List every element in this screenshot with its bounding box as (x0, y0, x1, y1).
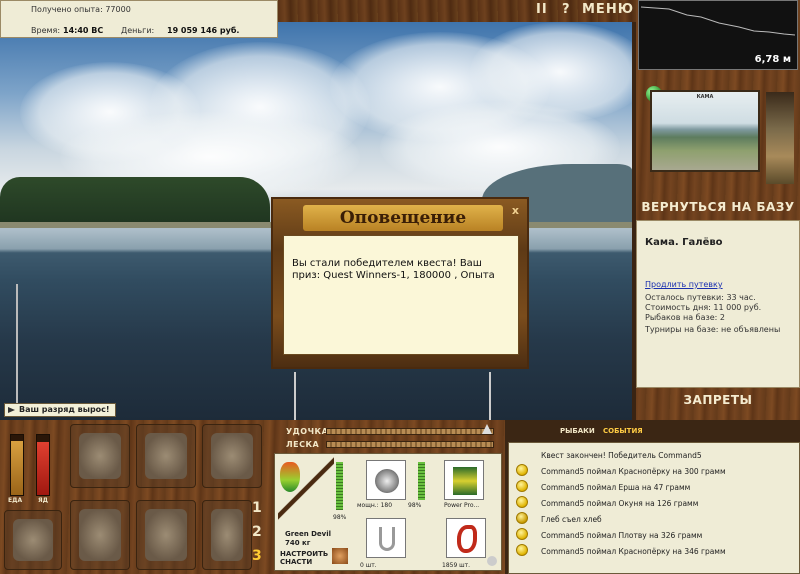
smiley-icon (516, 480, 528, 492)
location-photo-caption: КАМА (696, 94, 714, 100)
line-tension-bar (326, 441, 494, 448)
help-button[interactable]: ? (562, 2, 571, 17)
poison-gauge (36, 434, 50, 496)
location-photo[interactable]: КАМА (650, 90, 760, 172)
time-label: Время: (31, 26, 61, 35)
depth-meter: 6,78 м (638, 0, 798, 70)
rod-slot-1[interactable]: 1 (252, 500, 262, 516)
hook-count: 0 шт. (360, 562, 377, 569)
player-info-panel: Получено опыта: 77000 Время: 14:40 ВС Де… (0, 0, 278, 38)
reel-slot[interactable] (366, 460, 406, 500)
smiley-icon (516, 544, 528, 556)
dialog-text: Вы стали победителем квеста! Ваш приз: Q… (292, 258, 495, 281)
fishing-line-icon (453, 467, 477, 495)
return-to-base-button[interactable]: ВЕРНУТЬСЯ НА БАЗУ (636, 200, 800, 214)
rod-name: Green Devil (285, 530, 332, 538)
rod-pole-right[interactable] (489, 372, 491, 420)
eating-smiley-icon (516, 512, 528, 524)
dialog-title: Оповещение (303, 205, 503, 231)
smiley-icon (516, 464, 528, 476)
worm-bait-icon (457, 525, 477, 553)
tab-events[interactable]: СОБЫТИЯ (603, 427, 643, 435)
reel-icon (375, 469, 399, 493)
event-message: Command5 поймал Окуня на 126 грамм (541, 499, 699, 508)
day-cost: Стоимость дня: 11 000 руб. (645, 303, 762, 312)
fishing-net-icon[interactable] (136, 424, 196, 488)
rank-notice-text: Ваш разряд вырос! (19, 405, 110, 414)
backpack-icon[interactable] (70, 424, 130, 488)
lantern-icon (766, 92, 794, 184)
base-info-panel: Кама. Галёво Продлить путевку Осталось п… (636, 220, 800, 388)
rod-pole-left[interactable] (16, 284, 18, 404)
extend-permit-link[interactable]: Продлить путевку (645, 280, 723, 289)
permit-remaining: Осталось путевки: 33 час. (645, 293, 756, 302)
notification-dialog: Оповещение x Вы стали победителем квеста… (271, 197, 529, 369)
hook-slot[interactable] (366, 518, 406, 558)
event-message: Квест закончен! Победитель Command5 (541, 451, 702, 460)
keepnet-icon[interactable] (202, 500, 252, 570)
reel-percent: 98% (408, 502, 422, 509)
bait-count: 1859 шт. (442, 562, 471, 569)
money-label: Деньги: (121, 26, 155, 35)
smiley-icon (516, 528, 528, 540)
bait-slot[interactable] (446, 518, 486, 558)
smiley-icon (516, 496, 528, 508)
tackle-box-icon[interactable] (332, 548, 348, 564)
bucket-icon[interactable] (202, 424, 262, 488)
line-name: Power Pro... (444, 502, 480, 509)
close-button[interactable]: x (512, 204, 519, 217)
bait-settings-icon[interactable] (487, 556, 497, 566)
dialog-body: Вы стали победителем квеста! Ваш приз: Q… (283, 235, 519, 355)
reel-durability-bar (418, 462, 425, 500)
depth-value: 6,78 м (754, 54, 791, 65)
food-gauge (10, 434, 24, 496)
top-controls: II ? МЕНЮ (278, 0, 636, 22)
base-name: Кама. Галёво (645, 237, 723, 248)
time-value: 14:40 ВС (63, 26, 104, 35)
landing-net-icon[interactable] (70, 500, 130, 570)
bag-icon[interactable] (136, 500, 196, 570)
rod-tension-bar (326, 428, 494, 435)
exp-value: 77000 (105, 5, 131, 14)
rod-durability-bar (336, 462, 343, 510)
food-label: ЕДА (8, 497, 23, 504)
rod-slot-3[interactable]: 3 (252, 548, 262, 564)
rod-pole-mid[interactable] (294, 372, 296, 420)
events-log: Квест закончен! Победитель Command5 Comm… (508, 442, 800, 574)
menu-button[interactable]: МЕНЮ (582, 2, 634, 17)
tournaments-status: Турниры на базе: не объявлены (645, 325, 781, 334)
rod-weight: 740 кг (285, 539, 311, 547)
reel-power: мощн.: 180 (357, 502, 393, 509)
event-message: Глеб съел хлеб (541, 515, 602, 524)
rod-slot-2[interactable]: 2 (252, 524, 262, 540)
rank-notice[interactable]: Ваш разряд вырос! (4, 403, 116, 417)
lure-icon (280, 462, 300, 492)
hook-icon (379, 527, 395, 551)
event-message: Command5 поймал Ерша на 47 грамм (541, 483, 691, 492)
tab-fishers[interactable]: РЫБАКИ (560, 427, 595, 435)
fishers-count: Рыбаков на базе: 2 (645, 313, 725, 322)
event-message: Command5 поймал Плотву на 326 грамм (541, 531, 703, 540)
money-value: 19 059 146 руб. (167, 26, 240, 35)
setup-tackle-button[interactable]: НАСТРОИТЬ СНАСТИ (280, 550, 330, 566)
poison-label: ЯД (38, 497, 48, 504)
bans-button[interactable]: ЗАПРЕТЫ (636, 393, 800, 407)
pause-button[interactable]: II (536, 2, 548, 17)
exp-label: Получено опыта: (31, 5, 103, 14)
tension-marker-icon (482, 424, 492, 434)
event-message: Command5 поймал Краснопёрку на 346 грамм (541, 547, 726, 556)
forest-shore (0, 177, 270, 225)
line-bar-label: ЛЕСКА (286, 440, 320, 449)
rod-percent: 98% (333, 514, 347, 521)
event-message: Command5 поймал Краснопёрку на 300 грамм (541, 467, 726, 476)
rod-image[interactable] (278, 456, 334, 526)
rod-bar-label: УДОЧКА (286, 427, 329, 436)
line-slot[interactable] (444, 460, 484, 500)
food-basket-icon[interactable] (4, 510, 62, 570)
